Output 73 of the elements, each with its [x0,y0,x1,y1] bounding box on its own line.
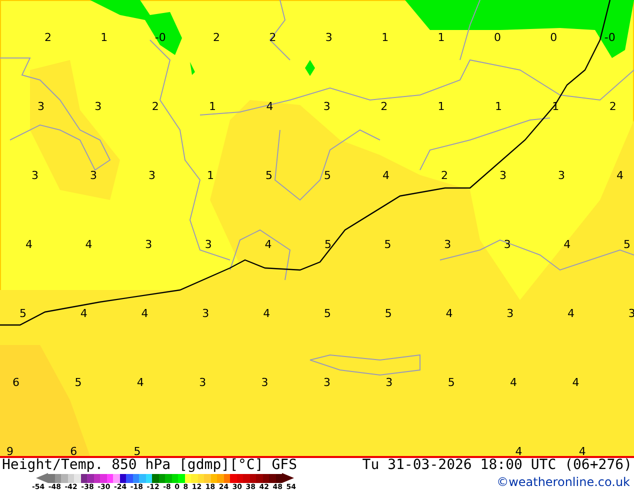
map-value-label: 3 [199,376,206,389]
map-value-label: 3 [32,169,38,182]
map-value-label: 5 [266,169,272,182]
map-value-label: 5 [448,376,455,389]
map-value-label: 4 [568,307,575,320]
map-value-label: 2 [380,100,388,113]
map-value-label: 5 [20,307,26,320]
map-value-label: 5 [324,307,331,320]
map-value-label: 3 [444,238,452,251]
map-value-label: 3 [94,100,102,113]
valid-time: Tu 31-03-2026 18:00 UTC (06+276) [362,458,632,473]
map-value-label: 2 [269,31,276,44]
map-value-label: 3 [323,100,330,113]
map-value-label: 1 [494,100,502,113]
map-value-label: 1 [100,31,108,44]
map-value-label: 3 [558,169,565,182]
map-value-label: 1 [438,100,445,113]
map-value-label: 3 [506,307,514,320]
map-value-label: 4 [510,376,517,389]
map-value-label: 4 [136,376,144,389]
map-value-label: 4 [266,100,274,113]
map-value-label: 3 [323,376,330,389]
map-value-label: 5 [74,376,82,389]
map-value-label: 5 [324,169,331,182]
map-value-label: 2 [152,100,159,113]
map-value-label: 6 [70,445,78,456]
map-value-label: 3 [148,169,156,182]
map-value-label: 4 [564,238,571,251]
map-value-label: 4 [263,307,270,320]
map-value-label: 4 [141,307,148,320]
map-value-label: 2 [213,31,220,44]
map-value-label: 3 [202,307,210,320]
map-value-label: 5 [384,238,392,251]
legend-arrow-icon [282,473,294,483]
map-value-label: 5 [324,238,332,251]
map-value-label: 5 [623,238,630,251]
map-value-label: 3 [204,238,212,251]
map-value-label: 4 [446,307,453,320]
map-value-label: 4 [85,238,92,251]
map-value-label: 0 [550,31,558,44]
map-value-label: 6 [12,376,20,389]
map-value-label: 5 [384,307,392,320]
map-value-label: 1 [382,31,389,44]
map-value-label: 3 [37,100,44,113]
map-value-label: 4 [26,238,32,251]
map-value-label: -0 [154,31,166,44]
map-value-label: 4 [572,376,580,389]
map-value-label: 2 [44,31,52,44]
map-value-label: 4 [515,445,522,456]
map-value-label: 2 [441,169,448,182]
map-value-label: 4 [80,307,88,320]
map-value-label: 3 [386,376,393,389]
map-value-label: 1 [209,100,216,113]
map-value-label: 3 [261,376,268,389]
map-value-label: 1 [207,169,214,182]
map-value-label: 0 [494,31,501,44]
map-value-label: 9 [6,445,14,456]
map-value-label: 1 [438,31,445,44]
chart-title: Height/Temp. 850 hPa [gdmp][°C] GFS [2,458,298,473]
map-value-label: 4 [616,169,624,182]
map-value-label: 4 [264,238,272,251]
map-value-label: 3 [500,169,506,182]
legend-arrow-icon [36,473,48,483]
map-value-label: 2 [609,100,616,113]
map-value-label: 3 [504,238,511,251]
map-value-label: 4 [382,169,390,182]
map-value-label: -0 [604,31,616,44]
map-value-label: 3 [145,238,152,251]
map-value-label: 5 [134,445,141,456]
map-value-label: 4 [578,445,586,456]
credit-link[interactable]: ©weatheronline.co.uk [496,475,630,489]
map-value-label: 3 [325,31,332,44]
map-value-label: 3 [90,169,97,182]
